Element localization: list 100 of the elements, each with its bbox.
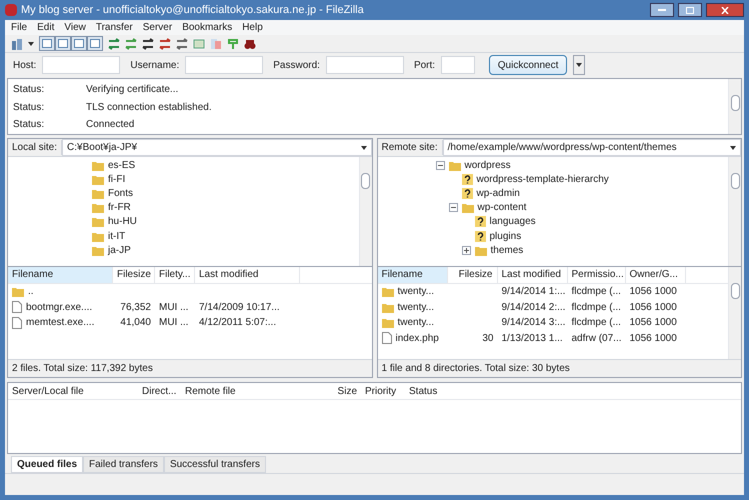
tab[interactable]: Successful transfers [164,456,266,473]
pane-status: 2 files. Total size: 117,392 bytes [8,359,372,377]
folder-icon [92,174,104,185]
menu-item[interactable]: Help [242,20,263,35]
column-header[interactable]: Last modified [195,267,300,283]
question-folder-icon [462,188,472,199]
folder-icon [92,188,104,199]
question-folder-icon [474,230,486,242]
menu-item[interactable]: Transfer [96,20,133,35]
toggle-button[interactable] [87,36,103,51]
app-logo-icon [5,4,17,16]
file-icon [382,332,392,344]
column-header[interactable]: Filety... [155,267,195,283]
tree-item[interactable]: Fonts [108,186,134,201]
file-name[interactable]: index.php [396,330,439,346]
table-cell-text: adfrw (07... [572,332,622,346]
column-header[interactable]: Status [405,384,465,398]
column-header[interactable]: Owner/G... [626,267,686,283]
table-cell-text: 9/14/2014 2:... [502,300,566,315]
quickconnect-button[interactable]: Quickconnect [489,55,568,75]
column-header[interactable]: Size [306,384,361,398]
file-name[interactable]: memtest.exe.... [26,315,94,330]
table-cell-text: flcdmpe (... [572,300,621,315]
scrollbar[interactable] [728,267,741,359]
table-cell-text: 1/13/2013 1... [502,332,563,346]
input-field[interactable] [185,56,264,74]
input-field[interactable] [42,56,120,74]
table-cell-text: 1056 1000 [630,300,677,315]
tree-item[interactable]: languages [490,214,536,230]
tree-item[interactable]: hu-HU [108,214,137,230]
path-field[interactable]: /home/example/www/wordpress/wp-content/themes [442,139,741,156]
input-field[interactable] [441,56,476,74]
folder-icon [92,216,104,228]
window-title: My blog server - unofficialtokyo@unofficialtokyo.sakura.ne.jp - FileZilla [21,2,364,18]
menu-item[interactable]: File [11,20,28,35]
menu-item[interactable]: View [64,20,86,35]
log-label: Status: [13,118,46,132]
folder-icon [92,160,104,171]
field-label: Password: [273,58,320,72]
input-field[interactable] [326,56,404,74]
path-field[interactable]: C:¥Boot¥ja-JP¥ [62,139,372,156]
table-cell-text: flcdmpe (... [572,316,621,330]
column-header[interactable]: Last modified [498,267,568,283]
toolbar-icon[interactable] [159,38,171,50]
file-name[interactable]: bootmgr.exe.... [26,300,92,315]
toggle-button[interactable] [55,36,71,51]
tree-item[interactable]: ja-JP [108,242,131,258]
scrollbar[interactable] [358,157,372,266]
menu-item[interactable]: Edit [37,20,54,35]
toggle-button[interactable] [71,36,87,51]
column-header[interactable]: Permissio... [568,267,626,283]
site-manager-icon[interactable] [11,38,23,50]
folder-icon [448,160,460,171]
tree-item[interactable]: it-IT [108,228,126,244]
column-header[interactable]: Filesize [448,267,498,283]
scrollbar[interactable] [728,157,741,266]
menu-item[interactable]: Server [142,20,172,35]
minimize-button[interactable] [650,3,674,17]
log-message: Connected [86,118,134,132]
tree-item[interactable]: wordpress [464,158,511,173]
caret-icon[interactable] [28,42,34,46]
toolbar-icon[interactable] [176,38,188,50]
dropdown-button[interactable] [573,55,586,75]
column-header[interactable]: Server/Local file [8,384,138,398]
expand-toggle[interactable] [462,246,470,255]
table-cell-text: 1056 1000 [630,316,677,330]
file-name[interactable]: twenty... [398,315,434,330]
collapse-toggle[interactable] [448,203,458,212]
tree-item[interactable]: fr-FR [108,200,131,216]
file-name[interactable]: twenty... [398,300,434,315]
tree-item[interactable]: wp-admin [476,186,520,201]
tree-item[interactable]: es-ES [108,158,136,173]
file-name[interactable]: .. [28,284,34,300]
tree-item[interactable]: wp-content [478,200,526,216]
column-header[interactable]: Filename [378,267,448,283]
column-header[interactable]: Priority [361,384,405,398]
column-header[interactable]: Filename [8,267,113,283]
toolbar-icon[interactable] [142,38,154,50]
tab[interactable]: Queued files [11,456,84,473]
field-label: Host: [13,58,36,72]
close-button[interactable] [706,3,744,17]
file-icon [12,301,22,314]
scrollbar[interactable] [728,79,741,134]
menu-item[interactable]: Bookmarks [182,20,232,35]
maximize-button[interactable] [678,3,702,17]
column-header[interactable]: Remote file [181,384,306,398]
collapse-toggle[interactable] [436,160,444,170]
question-folder-icon [462,174,472,185]
log-message: TLS connection established. [86,100,212,115]
file-name[interactable]: twenty... [398,284,434,300]
column-header[interactable]: Direct... [138,384,181,398]
folder-icon [92,202,104,214]
column-header[interactable]: Filesize [113,267,155,283]
tree-item[interactable]: fi-FI [108,172,126,187]
tree-item[interactable]: wordpress-template-hierarchy [476,172,609,187]
tree-item[interactable]: plugins [490,228,522,244]
toggle-button[interactable] [39,36,55,51]
tree-item[interactable]: themes [490,242,524,258]
tab[interactable]: Failed transfers [83,456,164,473]
log-message: Verifying certificate... [86,83,178,98]
